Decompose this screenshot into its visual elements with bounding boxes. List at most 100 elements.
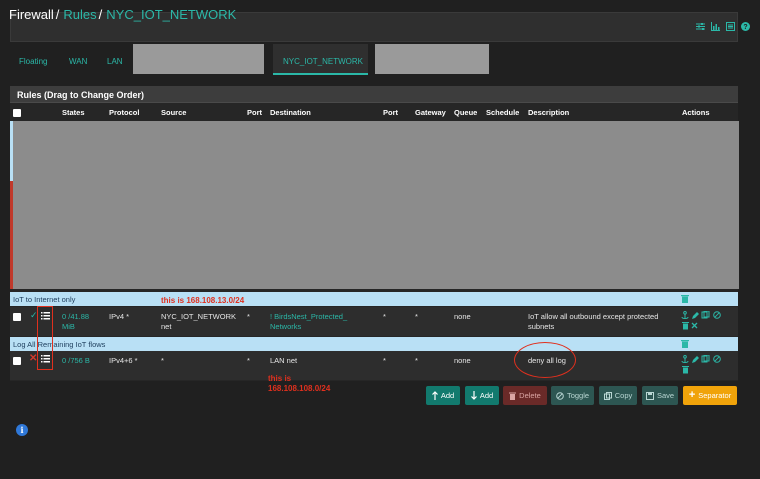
queue-cell: none — [454, 356, 471, 365]
annotation-highlight-ellipse — [514, 342, 576, 378]
states-value[interactable]: 0 /756 B — [62, 356, 90, 366]
row-checkbox[interactable] — [13, 357, 21, 365]
breadcrumb-separator: / — [98, 7, 103, 22]
tab-lan[interactable]: LAN — [107, 57, 123, 66]
trash-icon[interactable] — [681, 339, 689, 348]
breadcrumb-network[interactable]: NYC_IOT_NETWORK — [106, 7, 236, 22]
col-protocol[interactable]: Protocol — [109, 108, 139, 117]
disable-icon — [713, 311, 721, 319]
col-source[interactable]: Source — [161, 108, 186, 117]
port2-cell: * — [383, 356, 386, 365]
states-unit[interactable]: MiB — [62, 322, 75, 332]
source-cell: * — [161, 356, 164, 365]
trash-icon[interactable] — [681, 294, 689, 303]
separator-button[interactable]: + Separator — [683, 386, 737, 405]
disable-icon — [713, 355, 721, 363]
select-all-checkbox[interactable] — [13, 109, 21, 117]
protocol-cell: IPv4 * — [109, 312, 130, 321]
col-destination[interactable]: Destination — [270, 108, 311, 117]
copy-label: Copy — [614, 391, 633, 400]
copy-button[interactable]: Copy — [599, 386, 637, 405]
separator-row[interactable] — [10, 292, 738, 306]
breadcrumb-firewall: Firewall — [9, 7, 54, 22]
destination-cell: LAN net — [270, 356, 298, 365]
add-top-button[interactable]: Add — [426, 386, 460, 405]
pencil-icon — [692, 356, 699, 363]
separator-row[interactable] — [10, 337, 738, 351]
save-label: Save — [656, 391, 675, 400]
col-actions: Actions — [682, 108, 710, 117]
tab-nyc-iot-network[interactable]: NYC_IOT_NETWORK — [273, 44, 368, 75]
ban-icon — [556, 391, 564, 400]
pencil-icon — [692, 312, 699, 319]
tab-floating[interactable]: Floating — [19, 57, 47, 66]
svg-text:?: ? — [743, 24, 747, 31]
gateway-cell: * — [415, 312, 418, 321]
sliders-icon[interactable] — [696, 22, 705, 31]
destination-alias-line2[interactable]: Networks — [270, 322, 301, 332]
add-bottom-label: Add — [479, 391, 494, 400]
add-bottom-button[interactable]: Add — [465, 386, 499, 405]
protocol-cell: IPv4+6 * — [109, 356, 138, 365]
save-button[interactable]: Save — [642, 386, 678, 405]
destination-alias[interactable]: ! BirdsNest_Protected_ — [270, 312, 347, 322]
col-gateway[interactable]: Gateway — [415, 108, 446, 117]
copy-icon — [603, 391, 612, 400]
anchor-icon — [681, 311, 689, 319]
arrow-up-icon — [431, 391, 438, 400]
annotation-dest-subnet: this is — [268, 374, 292, 383]
annotation-source-subnet: this is 168.108.13.0/24 — [161, 296, 245, 305]
separator-label: Separator — [698, 391, 732, 400]
plus-icon: + — [688, 389, 696, 401]
port2-cell: * — [383, 312, 386, 321]
header-icons: ? — [696, 22, 750, 31]
states-value[interactable]: 0 /41.88 — [62, 312, 89, 322]
col-queue[interactable]: Queue — [454, 108, 477, 117]
source-cell-line2: net — [161, 322, 172, 331]
info-icon[interactable]: i — [16, 424, 28, 436]
redacted-rules — [13, 121, 739, 289]
row-checkbox[interactable] — [13, 313, 21, 321]
col-states[interactable]: States — [62, 108, 85, 117]
trash-icon — [682, 366, 689, 374]
floppy-icon — [645, 391, 654, 400]
breadcrumb-separator: / — [55, 7, 60, 22]
anchor-icon — [681, 355, 689, 363]
trash-icon — [509, 392, 517, 400]
copy-icon — [701, 354, 710, 363]
annotation-dest-subnet-line2: 168.108.108.0/24 — [268, 384, 331, 393]
port-cell: * — [247, 312, 250, 321]
delete-button[interactable]: Delete — [503, 386, 547, 405]
description-cell-line2: subnets — [528, 322, 555, 331]
redacted-tab[interactable] — [133, 44, 264, 74]
chart-icon[interactable] — [711, 22, 720, 31]
gateway-cell: * — [415, 356, 418, 365]
tab-wan[interactable]: WAN — [69, 57, 87, 66]
port-cell: * — [247, 356, 250, 365]
col-port2[interactable]: Port — [383, 108, 398, 117]
col-schedule[interactable]: Schedule — [486, 108, 519, 117]
row-actions — [681, 354, 727, 375]
toggle-button[interactable]: Toggle — [551, 386, 594, 405]
source-cell: NYC_IOT_NETWORK — [161, 312, 237, 321]
delete-label: Delete — [519, 391, 541, 400]
redacted-tab[interactable] — [375, 44, 489, 74]
queue-cell: none — [454, 312, 471, 321]
separator-label: Log All Remaining IoT flows — [13, 340, 106, 349]
add-top-label: Add — [440, 391, 455, 400]
arrow-down-icon — [470, 391, 477, 400]
tab-label: NYC_IOT_NETWORK — [283, 57, 364, 66]
breadcrumb: Firewall / Rules / NYC_IOT_NETWORK — [9, 7, 236, 22]
breadcrumb-rules[interactable]: Rules — [63, 7, 96, 22]
row-actions — [681, 310, 727, 331]
copy-icon — [701, 310, 710, 319]
panel-title: Rules (Drag to Change Order) — [17, 90, 145, 100]
help-icon[interactable]: ? — [741, 22, 750, 31]
delete-x-icon — [691, 322, 698, 329]
col-port[interactable]: Port — [247, 108, 262, 117]
trash-icon — [682, 322, 689, 330]
toggle-label: Toggle — [566, 391, 590, 400]
col-description[interactable]: Description — [528, 108, 569, 117]
list-icon[interactable] — [726, 22, 735, 31]
annotation-highlight-box — [37, 306, 53, 370]
